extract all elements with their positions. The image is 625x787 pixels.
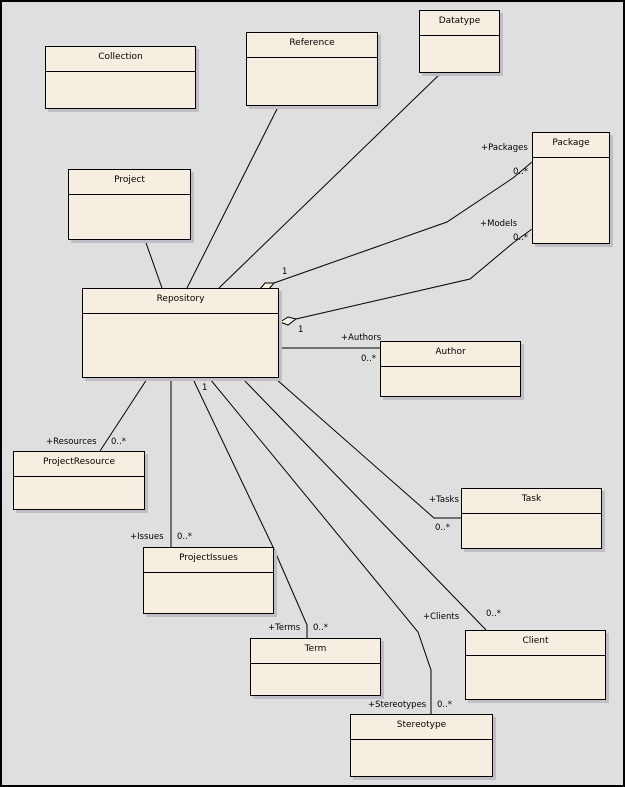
class-name: ProjectIssues [144, 548, 273, 573]
role-label-stereotypes: +Stereotypes [368, 700, 427, 710]
multiplicity-tasks: 0..* [435, 523, 451, 533]
role-label-tasks: +Tasks [429, 495, 459, 505]
class-project[interactable]: Project [68, 169, 191, 240]
class-reference[interactable]: Reference [246, 32, 378, 106]
assoc-reference[interactable] [186, 104, 280, 289]
aggregation-diamond-models [278, 316, 298, 326]
role-label-packages: +Packages [481, 143, 528, 153]
multiplicity-clients: 0..* [486, 609, 502, 619]
class-name: Task [462, 489, 601, 514]
role-label-issues: +Issues [130, 532, 164, 542]
class-package[interactable]: Package [532, 132, 610, 244]
multiplicity-packages: 0..* [513, 167, 529, 177]
class-name: Project [69, 170, 190, 195]
class-term[interactable]: Term [250, 638, 381, 696]
role-label-terms: +Terms [268, 623, 301, 633]
class-stereotype[interactable]: Stereotype [350, 714, 493, 777]
multiplicity-stereotypes: 0..* [437, 700, 453, 710]
multiplicity-packages-source: 1 [282, 267, 288, 277]
class-name: Package [533, 133, 609, 158]
class-name: Author [381, 342, 520, 367]
assoc-clients[interactable] [242, 378, 489, 633]
multiplicity-authors: 0..* [361, 354, 377, 364]
multiplicity-models: 0..* [513, 233, 529, 243]
role-label-models: +Models [480, 219, 518, 229]
assoc-models[interactable] [295, 228, 533, 320]
class-name: Client [466, 631, 605, 656]
class-name: Stereotype [351, 715, 492, 740]
class-repository[interactable]: Repository [82, 288, 279, 378]
class-name: Term [251, 639, 380, 664]
class-client[interactable]: Client [465, 630, 606, 700]
multiplicity-issues: 0..* [177, 532, 193, 542]
class-name: Repository [83, 289, 278, 314]
role-label-clients: +Clients [423, 612, 460, 622]
class-projectissues[interactable]: ProjectIssues [143, 547, 274, 614]
class-name: Collection [46, 47, 195, 72]
class-name: ProjectResource [14, 452, 144, 477]
class-projectresource[interactable]: ProjectResource [13, 451, 145, 510]
class-datatype[interactable]: Datatype [419, 10, 500, 73]
class-name: Datatype [420, 11, 499, 36]
multiplicity-terms: 0..* [313, 623, 329, 633]
role-label-resources: +Resources [46, 437, 97, 447]
class-task[interactable]: Task [461, 488, 602, 549]
class-name: Reference [247, 33, 377, 58]
multiplicity-resources: 0..* [111, 437, 127, 447]
class-collection[interactable]: Collection [45, 46, 196, 109]
multiplicity-terms-source: 1 [202, 383, 208, 393]
multiplicity-models-source: 1 [298, 325, 304, 335]
class-author[interactable]: Author [380, 341, 521, 397]
role-label-authors: +Authors [341, 333, 382, 343]
assoc-project[interactable] [144, 239, 163, 289]
